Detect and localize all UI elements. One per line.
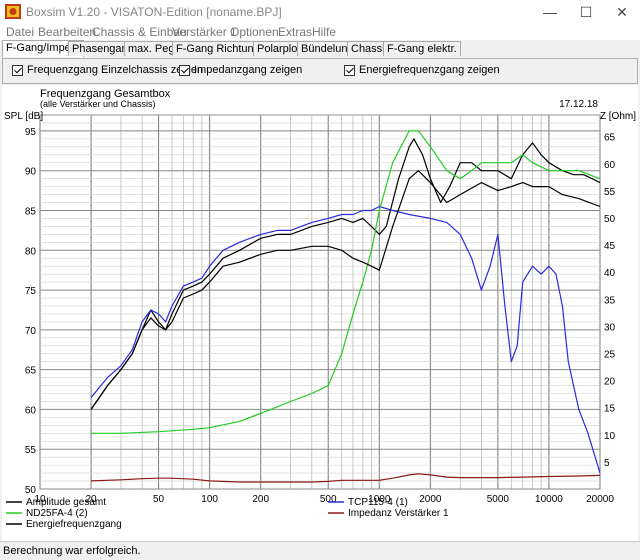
- einzelchassis-checkbox[interactable]: [12, 65, 23, 76]
- y-right-tick-label: 35: [604, 295, 616, 306]
- legend-label: Amplitude gesamt: [26, 497, 106, 508]
- x-tick-label: 50: [153, 494, 165, 505]
- x-tick-label: 100: [201, 494, 218, 505]
- y-right-tick-label: 55: [604, 187, 616, 198]
- chart-legend: Amplitude gesamt TCP115-4 (1) ND25FA-4 (2)…: [6, 497, 449, 530]
- menu-bearbeiten[interactable]: Bearbeiten: [38, 25, 96, 39]
- y-left-tick-label: 50: [25, 485, 37, 496]
- y-right-tick-label: 45: [604, 241, 616, 252]
- y-right-tick-label: 25: [604, 349, 616, 360]
- menu-optionen[interactable]: Optionen: [230, 25, 279, 39]
- x-tick-label: 200: [252, 494, 269, 505]
- y-left-tick-label: 70: [25, 326, 37, 337]
- menu-hilfe[interactable]: Hilfe: [312, 25, 336, 39]
- tab-f-gang-elektr[interactable]: F-Gang elektr.: [383, 41, 461, 56]
- boxsim-app-icon[interactable]: [5, 4, 21, 19]
- energiefrequenzgang-checkbox[interactable]: [344, 65, 355, 76]
- y-left-tick-label: 95: [25, 127, 37, 138]
- title-bar: Boxsim V1.20 - VISATON-Edition [noname.B…: [0, 0, 640, 24]
- chart-subtitle: (alle Verstärker und Chassis): [40, 99, 156, 109]
- legend-label: Impedanz Verstärker 1: [348, 508, 449, 519]
- y-right-tick-label: 40: [604, 268, 616, 279]
- legend-label: Energiefrequenzgang: [26, 519, 122, 530]
- y-right-tick-label: 30: [604, 322, 616, 333]
- options-bar: Frequenzgang Einzelchassis zeigen Impeda…: [2, 58, 638, 84]
- y-right-tick-label: 15: [604, 404, 616, 415]
- x-tick-label: 500: [320, 494, 337, 505]
- x-tick-label: 5000: [487, 494, 510, 505]
- impedanzgang-label: Impedanzgang zeigen: [194, 64, 303, 76]
- data-series: [90, 130, 601, 483]
- status-text: Berechnung war erfolgreich.: [3, 545, 141, 557]
- y-left-tick-label: 60: [25, 405, 37, 416]
- einzelchassis-label: Frequenzgang Einzelchassis zeigen: [27, 64, 204, 76]
- status-bar: Berechnung war erfolgreich.: [0, 541, 640, 560]
- frequency-response-chart: Frequenzgang Gesamtbox (alle Verstärker …: [4, 88, 636, 530]
- legend-label: ND25FA-4 (2): [26, 508, 88, 519]
- y-right-tick-label: 20: [604, 377, 616, 388]
- x-tick-label: 10000: [535, 494, 563, 505]
- y-left-tick-label: 85: [25, 206, 37, 217]
- minimize-icon[interactable]: —: [532, 0, 568, 24]
- y-left-tick-label: 65: [25, 366, 37, 377]
- y-left-tick-label: 90: [25, 167, 37, 178]
- y-right-tick-label: 5: [604, 458, 610, 469]
- window-title: Boxsim V1.20 - VISATON-Edition [noname.B…: [26, 5, 282, 19]
- menu-datei[interactable]: Datei: [6, 25, 34, 39]
- y-right-tick-label: 10: [604, 431, 616, 442]
- chart-date: 17.12.18: [559, 99, 598, 110]
- menu-verstaerker[interactable]: Verstärker 1: [172, 25, 237, 39]
- energiefrequenzgang-label: Energiefrequenzgang zeigen: [359, 64, 500, 76]
- close-icon[interactable]: ✕: [604, 0, 640, 24]
- y-left-tick-label: 80: [25, 246, 37, 257]
- y-right-tick-label: 65: [604, 133, 616, 144]
- x-tick-label: 20000: [586, 494, 614, 505]
- impedanzgang-checkbox[interactable]: [179, 65, 190, 76]
- menu-extras[interactable]: Extras: [278, 25, 312, 39]
- y-right-axis-label: Z [Ohm]: [600, 111, 636, 122]
- y-left-axis-label: SPL [dB]: [4, 111, 43, 122]
- maximize-icon[interactable]: ☐: [568, 0, 604, 24]
- plot-area: Frequenzgang Gesamtbox (alle Verstärker …: [2, 85, 638, 541]
- menu-bar: Datei Bearbeiten Chassis & Einbau Verstä…: [0, 24, 640, 40]
- y-right-tick-label: 50: [604, 214, 616, 225]
- legend-label: TCP115-4 (1): [348, 497, 408, 508]
- x-tick-label: 2000: [419, 494, 442, 505]
- y-left-tick-label: 55: [25, 445, 37, 456]
- axis-ticks: 10 20 50 100 200 500 1000 2000 5000 10000 20000959…: [25, 127, 616, 505]
- y-right-tick-label: 60: [604, 160, 616, 171]
- tab-strip: F-Gang/Imped. Phasengang max. Pegel F-Ga…: [0, 40, 640, 57]
- y-left-tick-label: 75: [25, 286, 37, 297]
